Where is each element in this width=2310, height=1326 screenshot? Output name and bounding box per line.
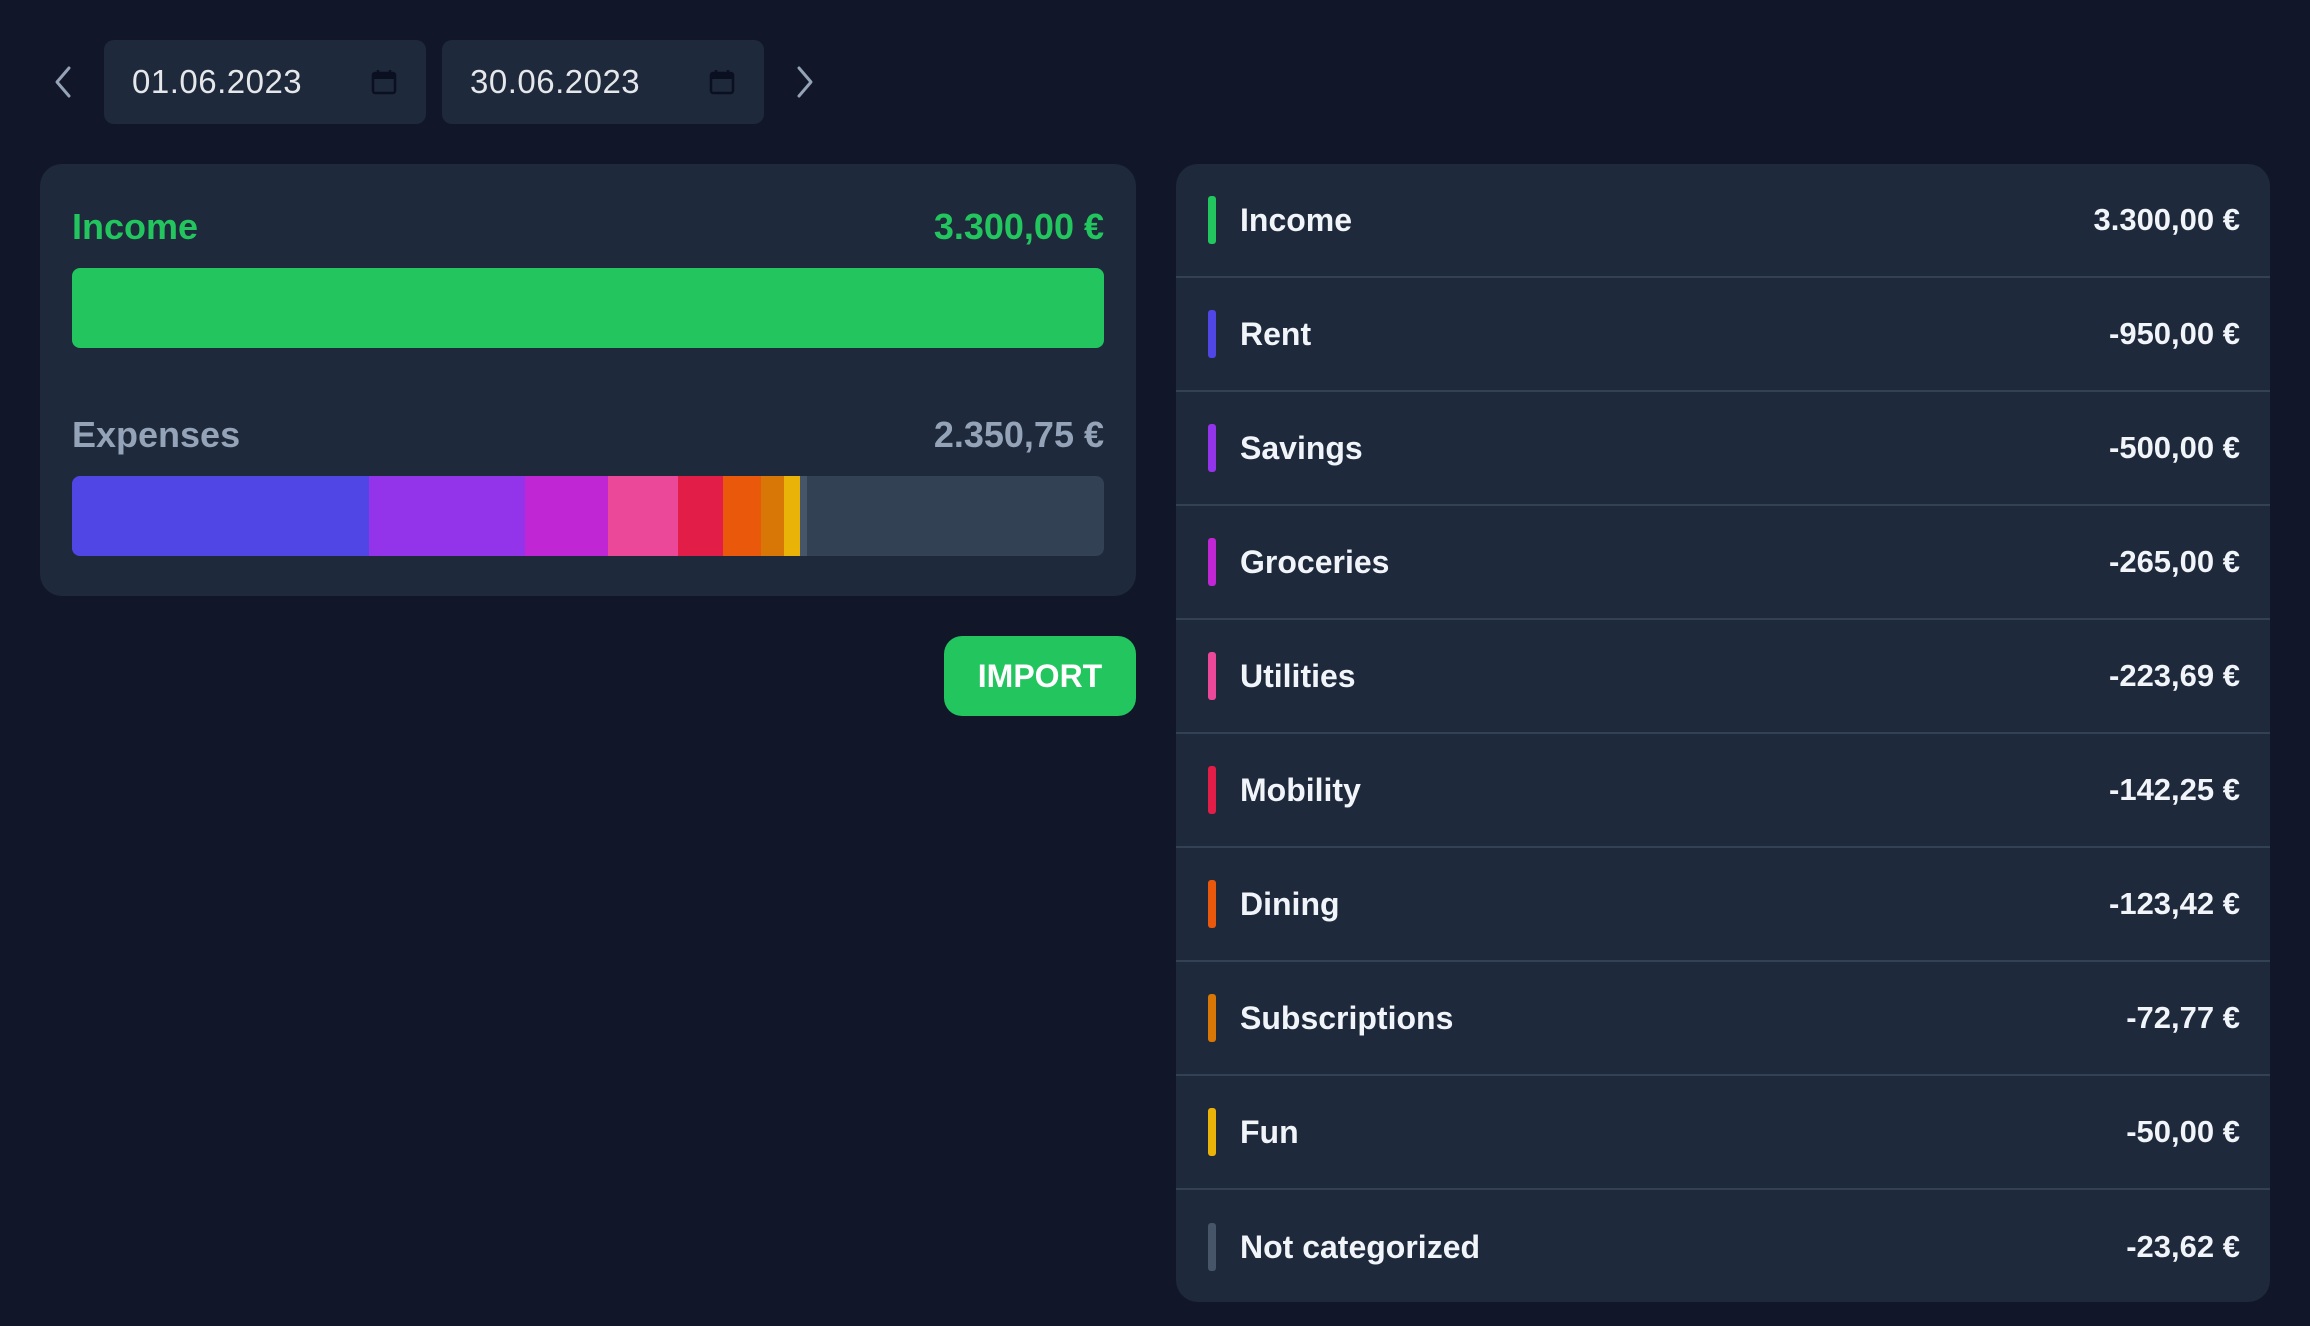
category-color-marker bbox=[1208, 196, 1216, 244]
category-name: Savings bbox=[1240, 429, 1363, 466]
category-name: Subscriptions bbox=[1240, 999, 1454, 1036]
start-date-input[interactable]: 01.06.2023 bbox=[104, 40, 426, 124]
category-color-marker bbox=[1208, 538, 1216, 586]
category-left: Groceries bbox=[1208, 538, 1389, 586]
expense-segment-mobility bbox=[678, 476, 723, 556]
category-row[interactable]: Groceries -265,00 € bbox=[1176, 506, 2270, 620]
category-name: Dining bbox=[1240, 885, 1340, 922]
category-amount: -23,62 € bbox=[2126, 1229, 2240, 1264]
expense-segment-subscriptions bbox=[761, 476, 785, 556]
category-amount: 3.300,00 € bbox=[2093, 202, 2240, 237]
expense-segment-not-categorized bbox=[799, 476, 808, 556]
category-color-marker bbox=[1208, 652, 1216, 700]
end-date-value: 30.06.2023 bbox=[470, 63, 641, 100]
category-name: Rent bbox=[1240, 315, 1312, 352]
category-amount: -142,25 € bbox=[2109, 772, 2240, 807]
category-left: Subscriptions bbox=[1208, 994, 1453, 1042]
chevron-right-icon bbox=[797, 66, 813, 98]
category-row[interactable]: Utilities -223,69 € bbox=[1176, 620, 2270, 734]
import-button[interactable]: IMPORT bbox=[944, 636, 1136, 716]
end-date-input[interactable]: 30.06.2023 bbox=[442, 40, 764, 124]
category-left: Income bbox=[1208, 196, 1352, 244]
category-left: Mobility bbox=[1208, 766, 1361, 814]
category-row[interactable]: Dining -123,42 € bbox=[1176, 848, 2270, 962]
income-total: 3.300,00 € bbox=[933, 206, 1104, 247]
category-color-marker bbox=[1208, 310, 1216, 358]
category-name: Mobility bbox=[1240, 771, 1361, 808]
category-amount: -500,00 € bbox=[2109, 430, 2240, 465]
expense-segment-dining bbox=[722, 476, 762, 556]
category-color-marker bbox=[1208, 994, 1216, 1042]
category-amount: -123,42 € bbox=[2109, 886, 2240, 921]
category-row[interactable]: Subscriptions -72,77 € bbox=[1176, 962, 2270, 1076]
category-color-marker bbox=[1208, 1223, 1216, 1271]
chevron-left-icon bbox=[55, 66, 71, 98]
summary-card: Income 3.300,00 € Expenses 2.350,75 € bbox=[40, 164, 1136, 596]
income-label: Income bbox=[72, 206, 199, 247]
expense-segment-groceries bbox=[525, 476, 609, 556]
income-bar bbox=[72, 268, 1104, 348]
category-row[interactable]: Fun -50,00 € bbox=[1176, 1076, 2270, 1190]
category-amount: -265,00 € bbox=[2109, 544, 2240, 579]
previous-period-button[interactable] bbox=[40, 40, 88, 124]
category-amount: -72,77 € bbox=[2126, 1000, 2240, 1035]
expense-segment-utilities bbox=[608, 476, 679, 556]
category-left: Not categorized bbox=[1208, 1223, 1480, 1271]
expenses-total: 2.350,75 € bbox=[933, 414, 1104, 455]
expense-segment-rent bbox=[72, 476, 370, 556]
category-amount: -50,00 € bbox=[2126, 1114, 2240, 1149]
category-left: Dining bbox=[1208, 880, 1340, 928]
category-left: Rent bbox=[1208, 310, 1311, 358]
category-row[interactable]: Mobility -142,25 € bbox=[1176, 734, 2270, 848]
category-row[interactable]: Income 3.300,00 € bbox=[1176, 164, 2270, 278]
category-name: Not categorized bbox=[1240, 1228, 1481, 1265]
next-period-button[interactable] bbox=[780, 40, 828, 124]
calendar-icon[interactable] bbox=[708, 68, 736, 96]
category-color-marker bbox=[1208, 1108, 1216, 1156]
category-name: Groceries bbox=[1240, 543, 1390, 580]
category-left: Utilities bbox=[1208, 652, 1356, 700]
category-amount: -950,00 € bbox=[2109, 316, 2240, 351]
category-list: Income 3.300,00 € Rent -950,00 € Savings -500… bbox=[1176, 164, 2270, 1302]
category-row[interactable]: Not categorized -23,62 € bbox=[1176, 1190, 2270, 1302]
category-left: Fun bbox=[1208, 1108, 1299, 1156]
category-color-marker bbox=[1208, 880, 1216, 928]
expenses-stacked-bar bbox=[72, 476, 1104, 556]
date-range-bar: 01.06.2023 30.06.2023 bbox=[40, 40, 828, 124]
category-amount: -223,69 € bbox=[2109, 658, 2240, 693]
category-color-marker bbox=[1208, 424, 1216, 472]
expense-segment-savings bbox=[369, 476, 526, 556]
expenses-summary-row: Expenses 2.350,75 € bbox=[72, 414, 1104, 456]
start-date-value: 01.06.2023 bbox=[132, 63, 303, 100]
category-color-marker bbox=[1208, 766, 1216, 814]
expenses-label: Expenses bbox=[72, 414, 241, 455]
income-summary-row: Income 3.300,00 € bbox=[72, 206, 1104, 248]
expense-segment-fun bbox=[784, 476, 800, 556]
category-row[interactable]: Rent -950,00 € bbox=[1176, 278, 2270, 392]
category-left: Savings bbox=[1208, 424, 1363, 472]
category-name: Fun bbox=[1240, 1113, 1299, 1150]
category-row[interactable]: Savings -500,00 € bbox=[1176, 392, 2270, 506]
category-name: Income bbox=[1240, 201, 1353, 238]
calendar-icon[interactable] bbox=[370, 68, 398, 96]
category-name: Utilities bbox=[1240, 657, 1356, 694]
